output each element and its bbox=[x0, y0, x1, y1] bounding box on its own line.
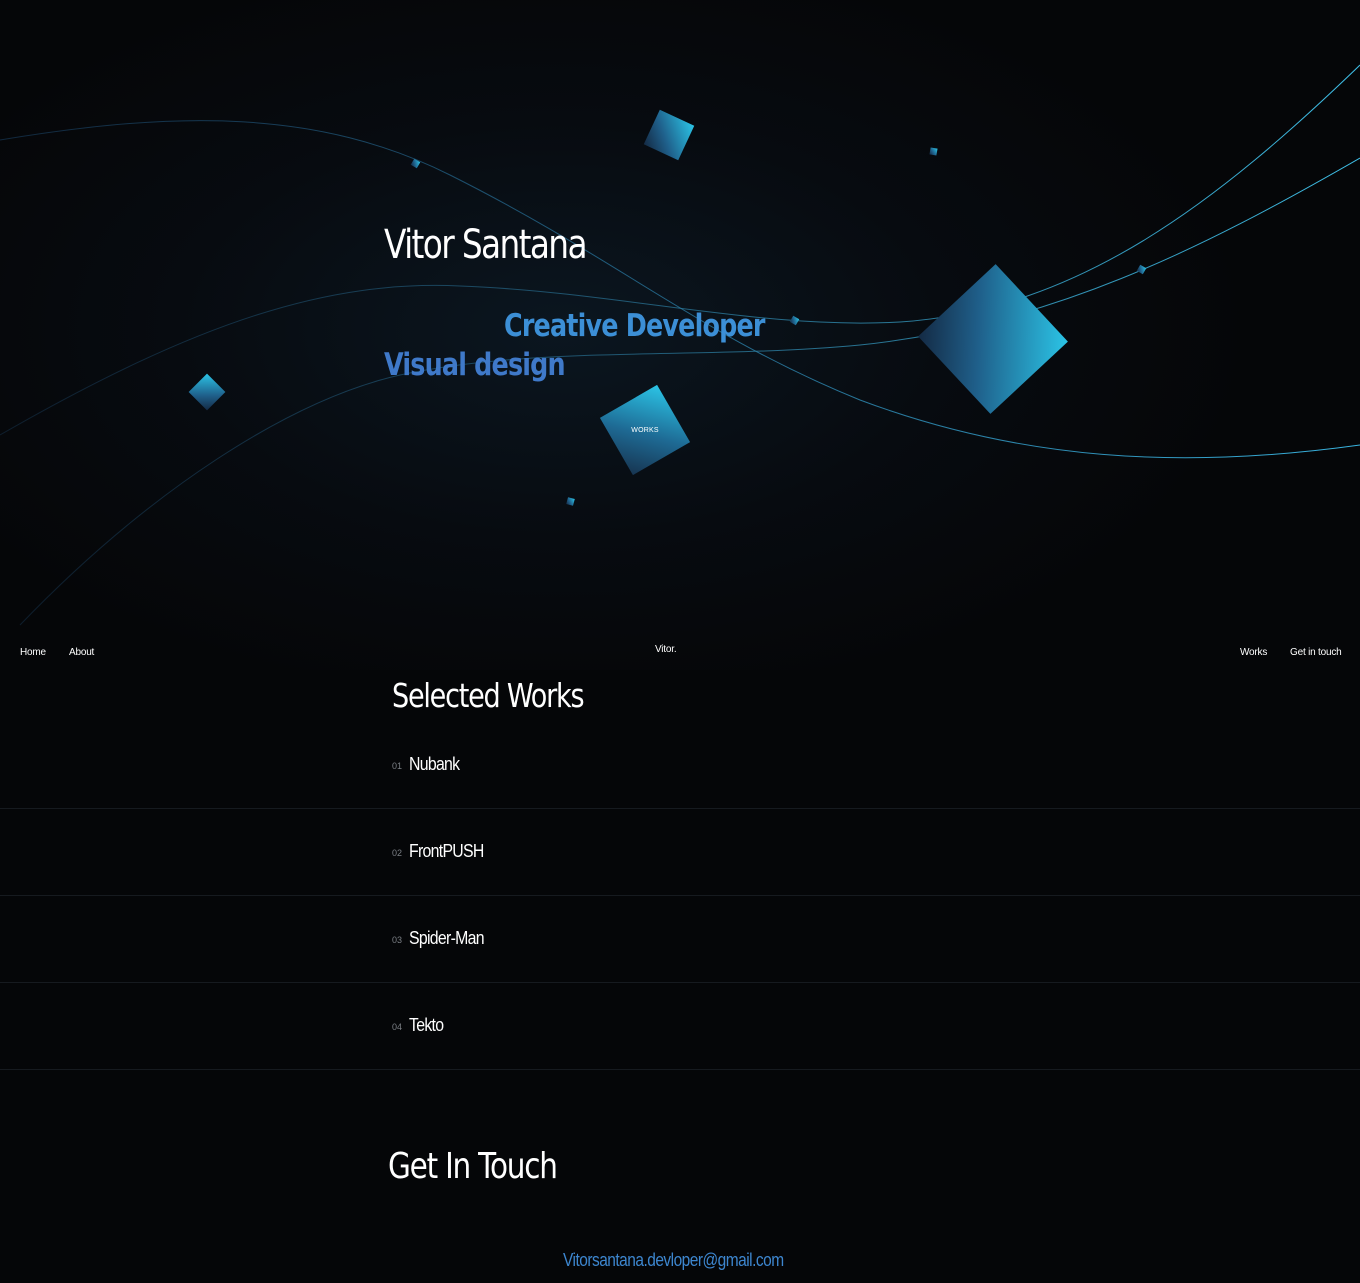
hero-role-creative-developer: Creative Developer bbox=[504, 308, 765, 344]
work-number: 02 bbox=[392, 848, 403, 858]
nav-home-link[interactable]: Home bbox=[20, 647, 46, 658]
selected-works-title: Selected Works bbox=[392, 676, 585, 715]
works-cube-label: WORKS bbox=[631, 426, 659, 434]
work-number: 04 bbox=[392, 1022, 403, 1032]
work-name: Nubank bbox=[409, 754, 460, 774]
get-in-touch-title: Get In Touch bbox=[388, 1146, 558, 1187]
nav-about-link[interactable]: About bbox=[69, 647, 94, 658]
hero-name: Vitor Santana bbox=[384, 222, 588, 268]
nav-works-link[interactable]: Works bbox=[1240, 647, 1267, 658]
work-item-tekto[interactable]: 04 Tekto bbox=[0, 983, 1360, 1070]
hero-section: Vitor Santana Creative Developer Visual … bbox=[0, 0, 1360, 670]
work-number: 03 bbox=[392, 935, 403, 945]
work-name: FrontPUSH bbox=[409, 841, 484, 861]
work-name: Spider-Man bbox=[409, 928, 485, 948]
floating-cube bbox=[929, 147, 938, 156]
work-item-spider-man[interactable]: 03 Spider-Man bbox=[0, 896, 1360, 983]
work-number: 01 bbox=[392, 761, 403, 771]
work-name: Tekto bbox=[409, 1015, 444, 1035]
contact-email-link[interactable]: Vitorsantana.devloper@gmail.com bbox=[563, 1250, 784, 1271]
page: Vitor Santana Creative Developer Visual … bbox=[0, 0, 1360, 1283]
work-item-nubank[interactable]: 01 Nubank bbox=[0, 722, 1360, 809]
work-item-frontpush[interactable]: 02 FrontPUSH bbox=[0, 809, 1360, 896]
navbar: Home About Vitor. Works Get in touch bbox=[0, 636, 1360, 670]
works-list: 01 Nubank 02 FrontPUSH 03 Spider-Man 04 … bbox=[0, 722, 1360, 1070]
nav-logo[interactable]: Vitor. bbox=[655, 644, 677, 655]
hero-role-visual-design: Visual design bbox=[384, 347, 566, 383]
nav-get-in-touch-link[interactable]: Get in touch bbox=[1290, 647, 1342, 658]
